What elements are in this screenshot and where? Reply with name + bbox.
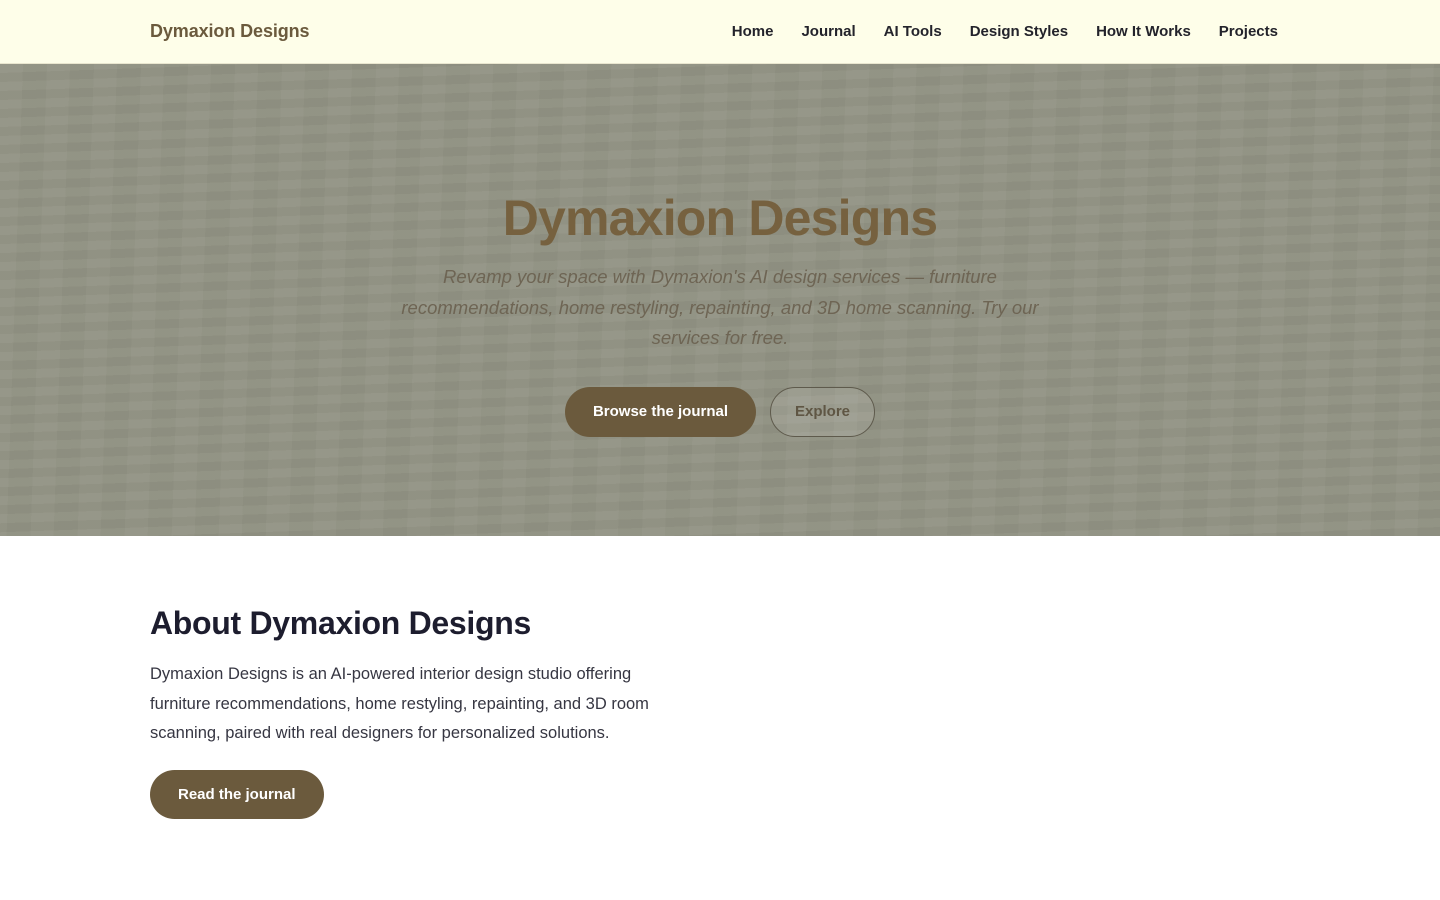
main-nav: Home Journal AI Tools Design Styles How … bbox=[732, 23, 1278, 40]
about-section: About Dymaxion Designs Dymaxion Designs … bbox=[0, 536, 1440, 819]
hero-title: Dymaxion Designs bbox=[502, 190, 938, 246]
explore-button[interactable]: Explore bbox=[770, 386, 876, 437]
hero-subtitle: Revamp your space with Dymaxion's AI des… bbox=[401, 266, 1039, 348]
browse-journal-button[interactable]: Browse the journal bbox=[564, 386, 756, 437]
hero-section: Dymaxion Designs Revamp your space with … bbox=[0, 64, 1440, 536]
nav-link-design-styles[interactable]: Design Styles bbox=[970, 23, 1068, 40]
nav-link-projects[interactable]: Projects bbox=[1219, 23, 1278, 40]
hero-actions: Browse the journal Explore bbox=[564, 386, 876, 437]
nav-link-how-it-works[interactable]: How It Works bbox=[1096, 23, 1191, 40]
nav-link-ai-tools[interactable]: AI Tools bbox=[884, 23, 942, 40]
about-title: About Dymaxion Designs bbox=[150, 605, 532, 641]
nav-link-journal[interactable]: Journal bbox=[801, 23, 855, 40]
brand-logo-link[interactable]: Dymaxion Designs bbox=[150, 21, 310, 42]
read-journal-button[interactable]: Read the journal bbox=[150, 769, 324, 819]
top-navbar: Dymaxion Designs Home Journal AI Tools D… bbox=[0, 0, 1440, 64]
about-description: Dymaxion Designs is an AI-powered interi… bbox=[150, 665, 649, 742]
nav-link-home[interactable]: Home bbox=[732, 23, 774, 40]
